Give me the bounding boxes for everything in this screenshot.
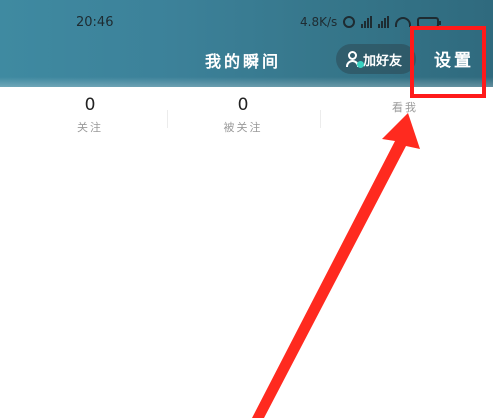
pointer-arrow-icon (252, 113, 420, 418)
